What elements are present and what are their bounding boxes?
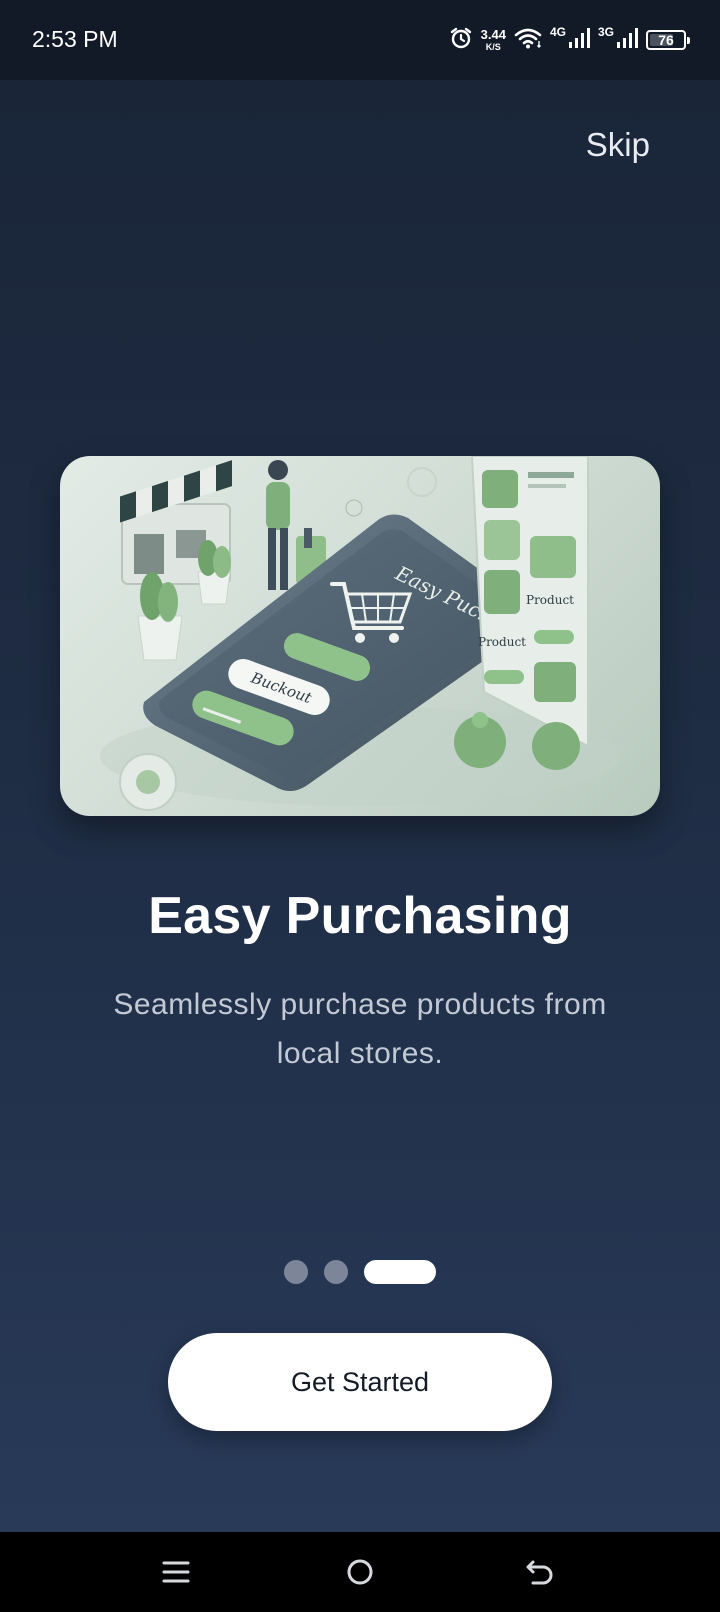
network-speed: 3.44 K/S [481,28,506,52]
signal-icon [616,27,638,54]
back-icon[interactable] [518,1552,562,1592]
speed-unit: K/S [485,42,501,52]
get-started-button[interactable]: Get Started [168,1333,552,1431]
page-dot-1[interactable] [284,1260,308,1284]
product-panel: Product Product [470,456,589,748]
speed-value: 3.44 [480,27,506,42]
plant-mid [197,540,231,605]
wifi-icon [514,26,542,55]
home-icon[interactable] [338,1552,382,1592]
status-bar: 2:53 PM 3.44 K/S 4G 3G 76 [0,0,720,80]
page-dot-3-active[interactable] [364,1260,436,1284]
page-dot-2[interactable] [324,1260,348,1284]
page-indicator [0,1260,720,1284]
page-title: Easy Purchasing [148,887,572,945]
battery-level: 76 [658,32,674,48]
status-time: 2:53 PM [32,26,118,52]
panel-label-1: Product [526,593,574,607]
plant-left [137,572,183,661]
page-subtitle: Seamlessly purchase products from local … [113,988,607,1070]
hero-illustration: Easy Puchase Buckout Product Product [60,456,660,816]
system-nav-bar [0,1532,720,1612]
onboarding-screen: Skip Easy Puchase Buckout Product Produc… [0,80,720,1532]
shopping-illustration: Easy Puchase Buckout Product Product [100,456,620,811]
status-icons: 3.44 K/S 4G 3G 76 [449,22,690,58]
alarm-icon [449,26,473,55]
net-type-1: 4G [549,25,566,39]
panel-label-2: Product [478,635,526,649]
skip-button[interactable]: Skip [586,126,650,164]
signal-icon [568,27,590,54]
net-type-2: 3G [597,25,614,39]
menu-icon[interactable] [154,1552,198,1592]
battery-icon: 76 [646,30,690,50]
